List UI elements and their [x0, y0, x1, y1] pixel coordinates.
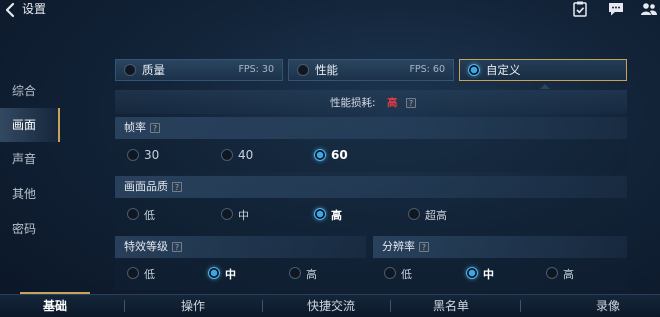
- quality-medium-label: 中: [238, 209, 249, 222]
- selected-caret: [540, 84, 550, 89]
- framerate-40-radio: [221, 149, 233, 161]
- preset-performance-fps: FPS: 60: [409, 64, 445, 75]
- preset-quality-fps: FPS: 30: [238, 64, 274, 75]
- quality-option-low[interactable]: 低: [127, 207, 187, 223]
- preset-quality-radio: [124, 64, 136, 76]
- framerate-section-header: [115, 117, 627, 139]
- quality-section-header: [115, 176, 627, 198]
- tab-basic[interactable]: 基础: [20, 296, 90, 317]
- resolution-title: 分辨率: [382, 240, 415, 253]
- framerate-40-label: 40: [238, 148, 254, 162]
- resolution-help-icon[interactable]: ?: [419, 242, 429, 252]
- framerate-option-40[interactable]: 40: [221, 148, 281, 164]
- framerate-help-icon[interactable]: ?: [150, 123, 160, 133]
- framerate-60-label: 60: [331, 148, 348, 162]
- quality-ultra-radio: [408, 208, 420, 220]
- clipboard-check-icon[interactable]: [571, 0, 589, 18]
- quality-option-ultra[interactable]: 超高: [408, 207, 468, 223]
- preset-custom-label: 自定义: [486, 63, 521, 77]
- effects-option-low[interactable]: 低: [127, 266, 177, 282]
- sidebar-item-general[interactable]: 综合: [0, 74, 60, 108]
- header-bar: [0, 0, 660, 20]
- performance-cost-label: 性能损耗:: [330, 97, 376, 109]
- effects-help-icon[interactable]: ?: [172, 242, 182, 252]
- effects-high-label: 高: [306, 268, 317, 281]
- effects-low-radio: [127, 267, 139, 279]
- quality-option-high[interactable]: 高: [314, 207, 374, 223]
- sidebar-item-password[interactable]: 密码: [0, 212, 60, 246]
- resolution-high-label: 高: [563, 268, 574, 281]
- preset-quality-label: 质量: [142, 63, 165, 77]
- effects-low-label: 低: [144, 268, 155, 281]
- effects-medium-radio: [208, 267, 220, 279]
- tab-controls[interactable]: 操作: [158, 296, 228, 317]
- framerate-option-30[interactable]: 30: [127, 148, 187, 164]
- preset-performance-radio: [297, 64, 309, 76]
- resolution-option-low[interactable]: 低: [384, 266, 434, 282]
- tab-divider: [124, 300, 125, 312]
- preset-performance-label: 性能: [315, 63, 338, 77]
- quality-title: 画面品质: [124, 180, 168, 193]
- preset-custom-button[interactable]: 自定义: [459, 59, 627, 81]
- framerate-30-radio: [127, 149, 139, 161]
- preset-custom-radio: [468, 64, 480, 76]
- quality-medium-radio: [221, 208, 233, 220]
- framerate-title: 帧率: [124, 121, 146, 134]
- performance-cost-value: 高: [387, 97, 398, 109]
- sidebar-item-sound[interactable]: 声音: [0, 142, 60, 176]
- framerate-option-60[interactable]: 60: [314, 148, 374, 164]
- tab-replay[interactable]: 录像: [573, 296, 643, 317]
- quality-high-radio: [314, 208, 326, 220]
- help-icon[interactable]: ?: [406, 98, 416, 108]
- framerate-60-radio: [314, 149, 326, 161]
- preset-quality-button[interactable]: 质量 FPS: 30: [115, 59, 283, 81]
- quality-option-medium[interactable]: 中: [221, 207, 281, 223]
- effects-option-medium[interactable]: 中: [208, 266, 258, 282]
- active-tab-indicator: [20, 292, 90, 294]
- resolution-low-radio: [384, 267, 396, 279]
- tab-divider: [520, 300, 521, 312]
- resolution-high-radio: [546, 267, 558, 279]
- back-arrow-icon[interactable]: [2, 1, 20, 19]
- friends-icon[interactable]: [640, 0, 658, 18]
- sidebar-item-other[interactable]: 其他: [0, 177, 60, 211]
- quality-high-label: 高: [331, 209, 342, 222]
- effects-title: 特效等级: [124, 240, 168, 253]
- chat-icon[interactable]: [607, 0, 625, 18]
- resolution-low-label: 低: [401, 268, 412, 281]
- resolution-option-high[interactable]: 高: [546, 266, 596, 282]
- tab-blacklist[interactable]: 黑名单: [416, 296, 486, 317]
- page-title: 设置: [22, 2, 47, 16]
- resolution-option-medium[interactable]: 中: [466, 266, 516, 282]
- quality-ultra-label: 超高: [425, 209, 447, 222]
- quality-help-icon[interactable]: ?: [172, 182, 182, 192]
- effects-high-radio: [289, 267, 301, 279]
- tab-divider: [390, 300, 391, 312]
- tab-quick-chat[interactable]: 快捷交流: [291, 296, 371, 317]
- quality-low-label: 低: [144, 209, 155, 222]
- sidebar-item-graphics[interactable]: 画面: [0, 108, 60, 142]
- quality-low-radio: [127, 208, 139, 220]
- resolution-medium-radio: [466, 267, 478, 279]
- tab-divider: [262, 300, 263, 312]
- effects-option-high[interactable]: 高: [289, 266, 339, 282]
- effects-medium-label: 中: [225, 268, 236, 281]
- framerate-30-label: 30: [144, 148, 160, 162]
- preset-performance-button[interactable]: 性能 FPS: 60: [288, 59, 454, 81]
- resolution-medium-label: 中: [483, 268, 494, 281]
